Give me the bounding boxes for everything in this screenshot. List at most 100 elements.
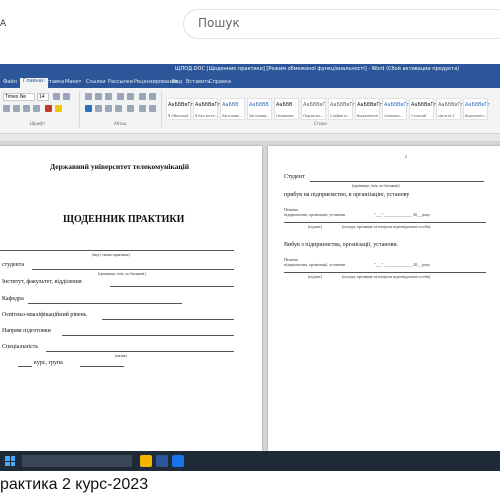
tab-layout[interactable]: Макет [65,79,81,85]
departure-sign-caption: (підпис) [308,274,323,279]
tab-file[interactable]: Файл [3,79,17,85]
style-name: ¶ Обычный [168,114,189,118]
style-sample: АаБбВвГг [411,102,437,108]
style-heading-1[interactable]: АаБбВ Заголово... [220,98,245,120]
practice-kind-line [0,250,234,251]
style-sample: АаБбВвГг [195,102,221,108]
departure-position-caption: (посада, прізвище та ініціали відповідал… [342,274,431,279]
style-name: Строгий [411,114,427,118]
sort-icon[interactable] [139,93,146,100]
paragraph-group: Абзац [82,91,162,127]
numbering-icon[interactable] [95,93,102,100]
arrival-position-caption: (посада, прізвище та ініціали відповідал… [342,224,431,229]
style-heading-2[interactable]: АаБбВВ Заголово... [247,98,272,120]
align-right-icon[interactable] [105,105,112,112]
style-name: Заголово... [249,114,270,118]
style-subtle-emphasis[interactable]: АаБбВвГг Слабое в... [328,98,355,120]
page-right[interactable]: 2 Студент (прізвище, ім'я, по батькові) … [268,146,500,451]
highlight-icon[interactable] [55,105,62,112]
student-line [32,269,234,270]
bold-icon[interactable] [3,105,10,112]
taskbar-search-input[interactable] [22,455,132,467]
right-student-caption: (прізвище, ім'я, по батькові) [352,183,400,188]
style-subtitle[interactable]: АаБбВвГ Подзагол... [301,98,326,120]
university-name: Державний університет телекомунікацій [50,162,190,171]
style-emphasis[interactable]: АаБбВвГг Выделение [355,98,382,120]
style-title[interactable]: АаБбВ Название [274,98,299,120]
style-sample: АаБбВ [276,102,293,108]
styles-group-label: Стили [314,121,327,126]
tab-mailings[interactable]: Рассылки [108,79,133,85]
tab-insert-2[interactable]: Вставить [186,79,210,85]
style-intense-emphasis[interactable]: АаБбВвГг Сильное... [382,98,409,120]
show-marks-icon[interactable] [149,93,156,100]
style-name: Подзагол... [303,114,324,118]
word-app-icon[interactable] [156,455,168,467]
arrived-text: прибув на підприємство, в організацію, у… [284,192,410,198]
right-student-line [310,181,484,182]
tab-insert[interactable]: Вставка [43,79,64,85]
level-label: Освітньо-кваліфікаційний рівень [2,312,87,318]
style-intense-quote[interactable]: АаБбВвГг Выделенн... [463,98,490,120]
style-strong[interactable]: АаБбВвГг Строгий [409,98,437,120]
document-area[interactable]: Державний університет телекомунікацій ЩО… [0,142,500,451]
styles-group: АаБбВвГг ¶ Обычный АаБбВвГг ¶ Без инте..… [164,91,500,127]
department-label: Кафедра [2,296,24,302]
style-name: Цитата 2 [438,114,455,118]
font-size-select[interactable]: 14 [37,93,49,101]
align-center-icon[interactable] [95,105,102,112]
multilevel-list-icon[interactable] [105,93,112,100]
image-caption: рактика 2 курс-2023 [0,476,149,493]
strikethrough-icon[interactable] [33,105,40,112]
shading-icon[interactable] [139,105,146,112]
windows-start-icon[interactable] [5,456,15,466]
style-no-spacing[interactable]: АаБбВвГг ¶ Без инте... [193,98,221,120]
page-left[interactable]: Державний університет телекомунікацій ЩО… [0,146,262,451]
tab-help[interactable]: Справка [209,79,231,85]
word-screenshot[interactable]: ЩПОД.DOC [Щоденник практики] [Режим обме… [0,64,500,471]
font-size-value: 14 [39,94,45,100]
font-group: Times Ne 14 Шрифт [0,91,80,127]
increase-indent-icon[interactable] [127,93,134,100]
screen: A Пошук ЩПОД.DOC [Щоденник практики] [Ре… [0,0,500,500]
specialty-caption: (назва) [115,353,127,358]
left-text: Вибув з підприємства, організації, устан… [284,242,399,248]
style-normal[interactable]: АаБбВвГг ¶ Обычный [166,98,193,120]
style-sample: АаБбВвГ [303,102,326,108]
style-name: Выделение [357,114,378,118]
specialty-label: Спеціальність [2,344,39,350]
decrease-indent-icon[interactable] [117,93,124,100]
search-input[interactable]: Пошук [183,9,500,39]
style-quote[interactable]: АаБбВвГг Цитата 2 [436,98,464,120]
borders-icon[interactable] [149,105,156,112]
font-group-label: Шрифт [30,121,46,126]
justify-icon[interactable] [115,105,122,112]
departure-date: "___" ______________ 20__ року [374,262,431,267]
stamp-label-2: підприємства, організації, установи [284,212,345,217]
style-name: ¶ Без инте... [195,114,218,118]
word-titlebar: ЩПОД.DOC [Щоденник практики] [Режим обме… [0,64,500,76]
tab-view[interactable]: Вид [172,79,182,85]
italic-icon[interactable] [13,105,20,112]
tab-references[interactable]: Ссылки [86,79,106,85]
search-placeholder: Пошук [198,16,240,30]
grow-font-icon[interactable] [53,93,60,100]
shrink-font-icon[interactable] [63,93,70,100]
browser-icon[interactable] [172,455,184,467]
top-bar: A Пошук [0,0,500,56]
bullets-icon[interactable] [85,93,92,100]
font-color-icon[interactable] [45,105,52,112]
file-explorer-icon[interactable] [140,455,152,467]
group-line [80,366,124,367]
course-line [18,366,32,367]
underline-icon[interactable] [23,105,30,112]
line-spacing-icon[interactable] [127,105,134,112]
style-sample: АаБбВВ [249,102,269,108]
top-left-letter: A [0,19,7,29]
style-name: Заголово... [222,114,243,118]
align-left-icon[interactable] [85,105,92,112]
diary-heading: ЩОДЕННИК ПРАКТИКИ [63,214,185,225]
font-name-select[interactable]: Times Ne [3,93,35,101]
ribbon: Times Ne 14 Шрифт Абзац АаБбВвГг ¶ Обычн… [0,88,500,134]
style-sample: АаБбВвГг [438,102,464,108]
